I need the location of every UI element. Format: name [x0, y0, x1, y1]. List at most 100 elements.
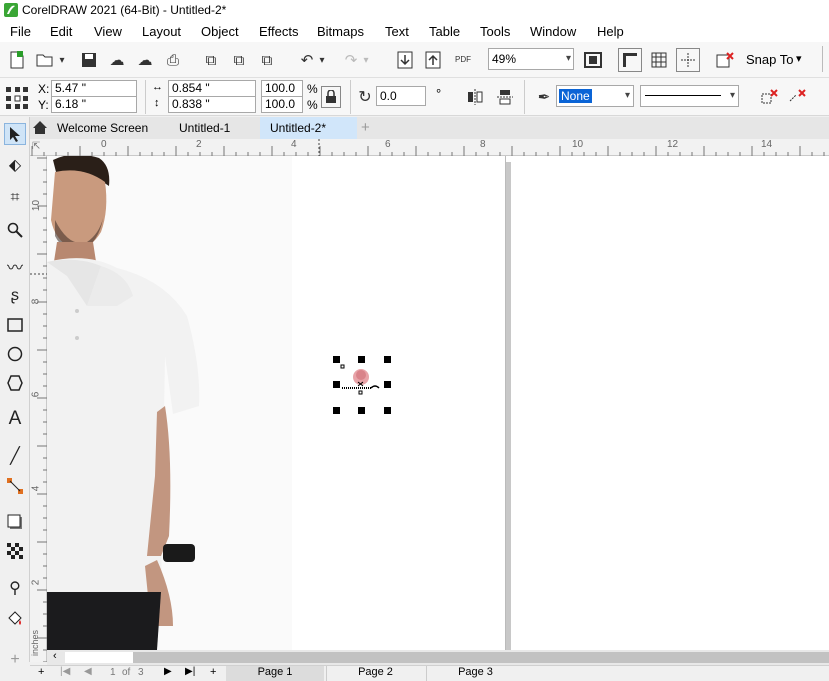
selection-handle[interactable] [358, 407, 365, 414]
last-page-icon[interactable]: ▶| [185, 666, 195, 677]
menu-view[interactable]: View [94, 24, 122, 39]
add-page-before-icon[interactable]: + [38, 666, 44, 678]
drop-shadow-tool-icon[interactable] [4, 511, 26, 533]
page-tab-2[interactable]: Page 2 [326, 666, 424, 681]
polygon-tool-icon[interactable] [4, 372, 26, 394]
rotation-angle-field[interactable]: 0.0 [376, 86, 426, 106]
copy-icon[interactable]: ⧉ [228, 49, 250, 71]
menu-layout[interactable]: Layout [142, 24, 181, 39]
undo-dropdown-icon[interactable]: ▾ [316, 49, 328, 71]
menu-table[interactable]: Table [429, 24, 460, 39]
text-tool-icon[interactable]: A [4, 408, 26, 430]
end-arrowhead-icon[interactable] [786, 86, 808, 108]
start-arrowhead-icon[interactable] [758, 86, 780, 108]
mirror-horizontal-icon[interactable] [464, 86, 486, 108]
previous-page-icon[interactable]: ◀ [84, 666, 92, 677]
tab-untitled-1[interactable]: Untitled-1 [169, 117, 240, 139]
undo-icon[interactable]: ↶ [296, 49, 318, 71]
snap-to-dropdown-icon[interactable]: ▾ [796, 52, 802, 65]
scale-width-field[interactable]: 100.0 [261, 80, 303, 97]
scrollbar-thumb[interactable] [133, 652, 829, 663]
new-document-icon[interactable] [6, 49, 28, 71]
add-page-after-icon[interactable]: + [210, 666, 216, 678]
page-tab-1[interactable]: Page 1 [226, 666, 324, 681]
menu-help[interactable]: Help [597, 24, 624, 39]
cloud-upload-icon[interactable]: ☁ [106, 49, 128, 71]
show-guidelines-icon[interactable] [676, 48, 700, 72]
add-tool-icon[interactable]: + [4, 649, 26, 671]
width-field[interactable]: 0.854 " [168, 80, 256, 97]
cloud-download-icon[interactable]: ☁ [134, 49, 156, 71]
pick-tool-icon[interactable] [4, 123, 26, 145]
outline-width-dropdown-icon[interactable]: ▾ [625, 86, 630, 106]
menu-edit[interactable]: Edit [50, 24, 72, 39]
save-icon[interactable] [78, 49, 100, 71]
connector-tool-icon[interactable] [4, 475, 26, 497]
home-icon[interactable] [32, 120, 48, 138]
import-icon[interactable] [394, 49, 416, 71]
selected-object[interactable] [333, 356, 391, 414]
open-folder-icon[interactable] [34, 49, 56, 71]
lock-ratio-icon[interactable] [321, 86, 341, 108]
redo-icon[interactable]: ↷ [340, 49, 362, 71]
export-icon[interactable] [422, 49, 444, 71]
cut-icon[interactable]: ⧉ [200, 49, 222, 71]
object-origin-icon[interactable] [4, 85, 30, 111]
scroll-left-icon[interactable]: ‹ [53, 650, 57, 662]
menu-effects[interactable]: Effects [259, 24, 299, 39]
print-icon[interactable]: ⎙ [162, 49, 184, 71]
y-position-field[interactable]: 6.18 " [51, 96, 137, 113]
selection-handle[interactable] [333, 356, 340, 363]
line-style-dropdown-icon[interactable]: ▾ [730, 88, 735, 103]
crop-tool-icon[interactable]: ⌗ [4, 187, 26, 209]
eyedropper-tool-icon[interactable]: ⚲ [4, 577, 26, 599]
page-tab-3[interactable]: Page 3 [426, 666, 524, 681]
show-grid-icon[interactable] [648, 49, 670, 71]
transparency-tool-icon[interactable] [4, 540, 26, 562]
zoom-tool-icon[interactable] [4, 219, 26, 241]
menu-tools[interactable]: Tools [480, 24, 510, 39]
selection-handle[interactable] [358, 356, 365, 363]
x-position-field[interactable]: 5.47 " [51, 80, 137, 97]
menu-window[interactable]: Window [530, 24, 576, 39]
selection-handle[interactable] [384, 407, 391, 414]
snap-to-label[interactable]: Snap To [746, 52, 793, 67]
shape-tool-icon[interactable]: ⬖ [4, 154, 26, 176]
artistic-media-tool-icon[interactable]: ʂ [4, 285, 26, 307]
selection-handle[interactable] [384, 356, 391, 363]
menu-object[interactable]: Object [201, 24, 239, 39]
show-rulers-icon[interactable] [618, 48, 642, 72]
paste-icon[interactable]: ⧉ [256, 49, 278, 71]
menu-file[interactable]: File [10, 24, 31, 39]
tab-untitled-2[interactable]: Untitled-2* [260, 117, 357, 139]
horizontal-scrollbar[interactable]: ‹ [47, 650, 829, 665]
menu-text[interactable]: Text [385, 24, 409, 39]
mirror-vertical-icon[interactable] [494, 86, 516, 108]
ellipse-tool-icon[interactable] [4, 343, 26, 365]
drawing-canvas[interactable] [47, 156, 829, 650]
selection-handle[interactable] [384, 381, 391, 388]
redo-dropdown-icon[interactable]: ▾ [360, 49, 372, 71]
full-screen-preview-icon[interactable] [582, 49, 604, 71]
freehand-tool-icon[interactable]: 〰 [4, 255, 26, 277]
man-photo-bitmap[interactable] [47, 156, 292, 650]
add-tab-icon[interactable]: + [361, 119, 370, 136]
scale-height-field[interactable]: 100.0 [261, 96, 303, 113]
parallel-dimension-tool-icon[interactable]: ╱ [4, 445, 26, 467]
line-style-field[interactable]: ▾ [640, 85, 739, 107]
publish-pdf-icon[interactable]: PDF [452, 48, 474, 70]
menu-bitmaps[interactable]: Bitmaps [317, 24, 364, 39]
zoom-level-field[interactable]: 49% ▾ [488, 48, 574, 70]
outline-width-field[interactable]: None ▾ [556, 85, 634, 107]
open-dropdown-icon[interactable]: ▾ [56, 49, 68, 71]
outline-pen-icon[interactable]: ✒ [533, 86, 555, 108]
next-page-icon[interactable]: ▶ [164, 666, 172, 677]
interactive-fill-tool-icon[interactable] [4, 607, 26, 629]
selection-handle[interactable] [333, 407, 340, 414]
first-page-icon[interactable]: |◀ [60, 666, 70, 677]
snap-off-icon[interactable] [714, 49, 736, 71]
rectangle-tool-icon[interactable] [4, 314, 26, 336]
tab-welcome-screen[interactable]: Welcome Screen [47, 117, 158, 139]
height-field[interactable]: 0.838 " [168, 96, 256, 113]
zoom-dropdown-icon[interactable]: ▾ [566, 49, 571, 69]
